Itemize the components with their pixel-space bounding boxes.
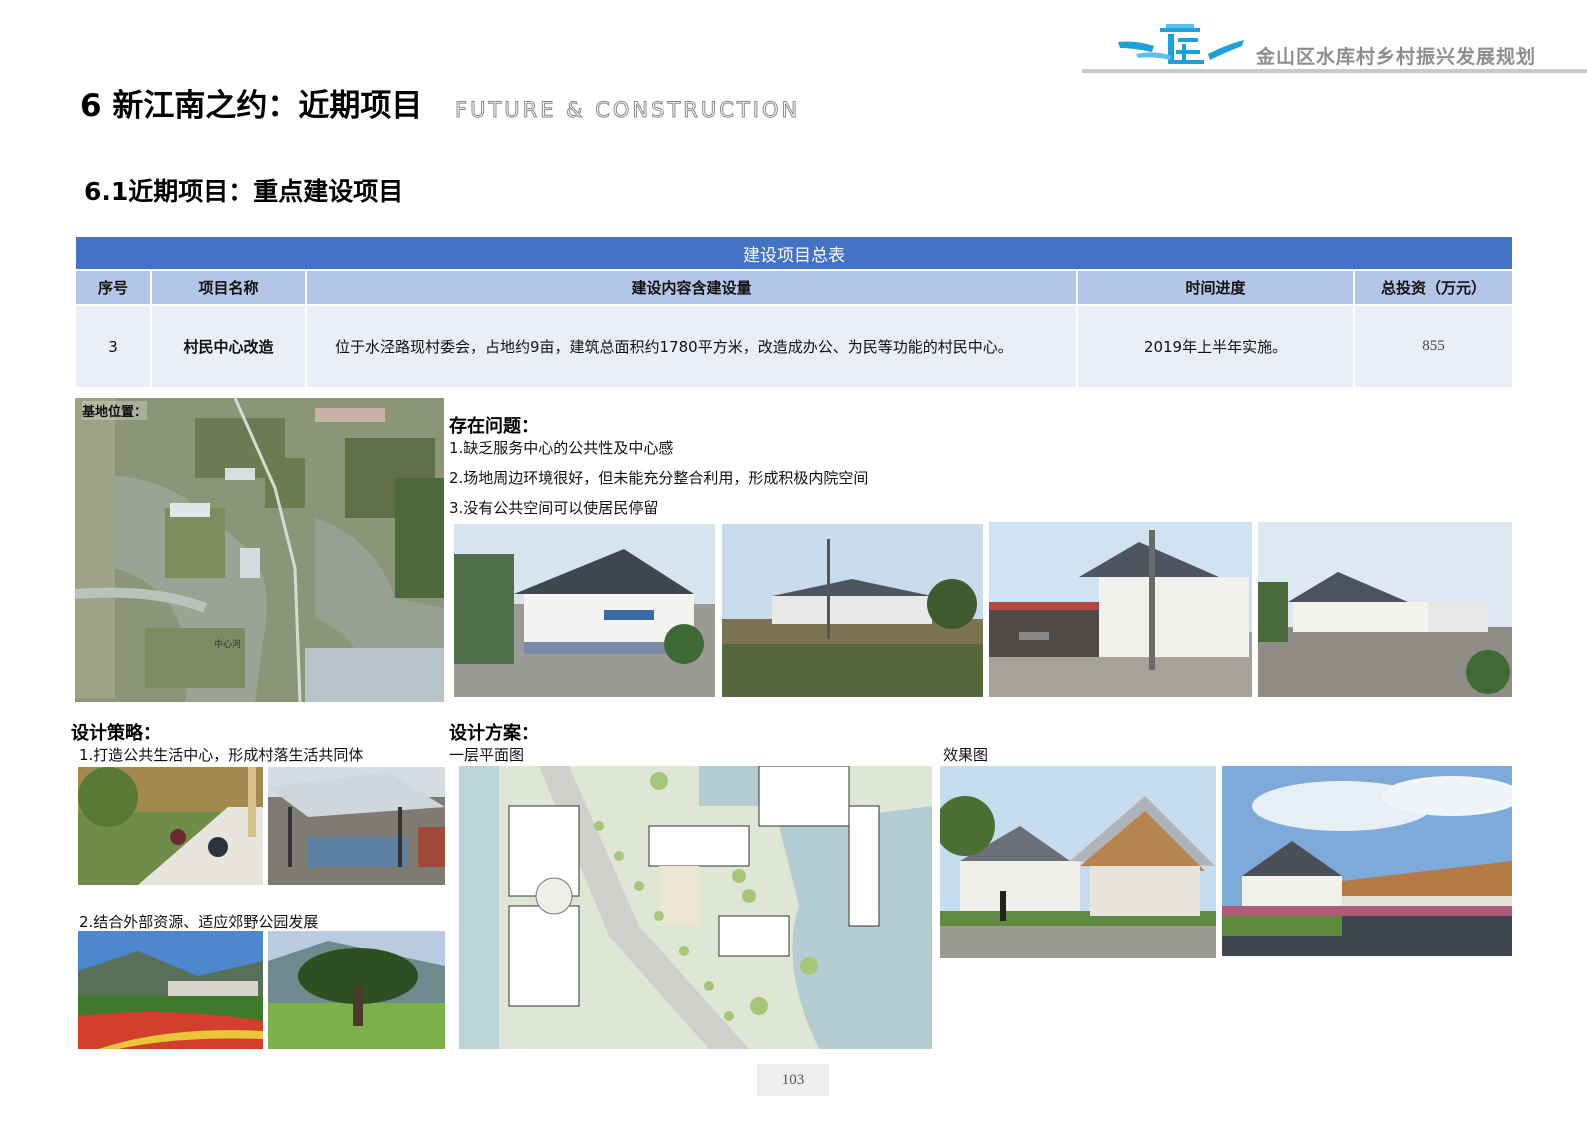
floor-plan-drawing bbox=[459, 766, 932, 1049]
design-heading: 设计方案： bbox=[449, 723, 539, 744]
strategy-photo bbox=[78, 931, 263, 1049]
existing-photo bbox=[722, 524, 983, 697]
existing-photo bbox=[989, 522, 1252, 697]
render-label: 效果图 bbox=[943, 746, 989, 764]
brand-title: 金山区水库村乡村振兴发展规划 bbox=[1256, 46, 1537, 68]
village-logo-icon bbox=[1116, 20, 1246, 68]
cell-project-name: 村民中心改造 bbox=[151, 304, 307, 387]
chapter-subtitle-en: FUTURE & CONSTRUCTION bbox=[454, 98, 801, 123]
section-title: 6.1近期项目：重点建设项目 bbox=[84, 177, 404, 206]
existing-photo bbox=[1258, 522, 1512, 697]
site-location-label: 基地位置： bbox=[82, 401, 148, 420]
project-summary-table: 建设项目总表 序号 项目名称 建设内容含建设量 时间进度 总投资（万元） 3 村… bbox=[76, 237, 1513, 387]
cell-index: 3 bbox=[76, 304, 152, 387]
column-header: 序号 bbox=[76, 269, 152, 305]
column-header: 项目名称 bbox=[151, 269, 307, 305]
strategy-photo bbox=[78, 767, 263, 885]
strategy-heading: 设计策略： bbox=[71, 723, 161, 744]
strategy-photo bbox=[268, 931, 445, 1049]
cell-schedule: 2019年上半年实施。 bbox=[1077, 304, 1355, 387]
column-header: 时间进度 bbox=[1077, 269, 1355, 305]
column-header: 总投资（万元） bbox=[1354, 269, 1513, 305]
rendering-image bbox=[1222, 766, 1512, 956]
site-aerial-map bbox=[75, 398, 444, 702]
issue-item: 2.场地周边环境很好，但未能充分整合利用，形成积极内院空间 bbox=[449, 469, 869, 487]
strategy-item: 1.打造公共生活中心，形成村落生活共同体 bbox=[79, 746, 364, 764]
table-row: 3 村民中心改造 位于水泾路现村委会，占地约9亩，建筑总面积约1780平方米，改… bbox=[76, 304, 1513, 387]
rendering-image bbox=[940, 766, 1216, 958]
cell-content: 位于水泾路现村委会，占地约9亩，建筑总面积约1780平方米，改造成办公、为民等功… bbox=[306, 304, 1078, 387]
chapter-title: 6 新江南之约：近期项目 bbox=[80, 88, 423, 124]
table-header-row: 序号 项目名称 建设内容含建设量 时间进度 总投资（万元） bbox=[76, 269, 1513, 305]
page-number: 103 bbox=[757, 1064, 829, 1096]
cell-investment: 855 bbox=[1354, 304, 1513, 387]
strategy-photo bbox=[268, 767, 445, 885]
strategy-item: 2.结合外部资源、适应郊野公园发展 bbox=[79, 913, 319, 931]
issue-item: 1.缺乏服务中心的公共性及中心感 bbox=[449, 439, 674, 457]
column-header: 建设内容含建设量 bbox=[306, 269, 1078, 305]
existing-photo bbox=[454, 524, 715, 697]
issues-heading: 存在问题： bbox=[449, 416, 539, 437]
river-label: 中心河 bbox=[214, 640, 242, 650]
issue-item: 3.没有公共空间可以使居民停留 bbox=[449, 499, 659, 517]
header-divider bbox=[1082, 69, 1587, 73]
table-caption: 建设项目总表 bbox=[76, 237, 1513, 270]
plan-label: 一层平面图 bbox=[449, 746, 525, 764]
